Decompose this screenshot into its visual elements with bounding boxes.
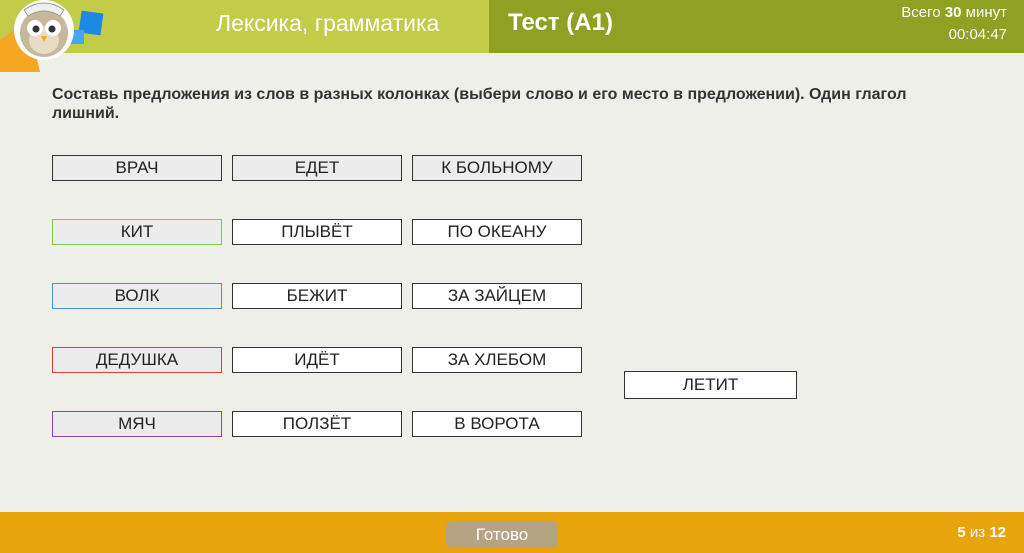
timer-minutes: 30 xyxy=(944,4,962,21)
timer-label-prefix: Всего xyxy=(901,4,941,21)
object-word[interactable]: ЗА ЗАЙЦЕМ xyxy=(412,283,582,309)
timer-label-suffix: минут xyxy=(965,4,1007,21)
object-word[interactable]: ПО ОКЕАНУ xyxy=(412,219,582,245)
page-total: 12 xyxy=(989,524,1006,541)
extra-verb-word[interactable]: ЛЕТИТ xyxy=(624,371,797,399)
timer-total: Всего 30 минут xyxy=(901,4,1007,21)
verb-word[interactable]: ПЛЫВЁТ xyxy=(232,219,402,245)
verb-word[interactable]: ПОЛЗЁТ xyxy=(232,411,402,437)
verb-word[interactable]: БЕЖИТ xyxy=(232,283,402,309)
subject-word[interactable]: ДЕДУШКА xyxy=(52,347,222,373)
test-title: Тест (А1) xyxy=(508,9,613,36)
page-current: 5 xyxy=(957,524,966,541)
task-instruction: Составь предложения из слов в разных кол… xyxy=(52,86,907,122)
object-word[interactable]: К БОЛЬНОМУ xyxy=(412,155,582,181)
done-button[interactable]: Готово xyxy=(446,521,558,548)
subject-word[interactable]: МЯЧ xyxy=(52,411,222,437)
subject-title: Лексика, грамматика xyxy=(216,10,440,36)
owl-mascot-icon xyxy=(0,0,104,72)
timer-clock: 00:04:47 xyxy=(948,26,1007,43)
verb-word[interactable]: ИДЁТ xyxy=(232,347,402,373)
page-indicator: 5 из 12 xyxy=(957,524,1006,541)
subject-word[interactable]: ВОЛК xyxy=(52,283,222,309)
object-word[interactable]: В ВОРОТА xyxy=(412,411,582,437)
verb-word[interactable]: ЕДЕТ xyxy=(232,155,402,181)
subject-word[interactable]: ВРАЧ xyxy=(52,155,222,181)
object-word[interactable]: ЗА ХЛЕБОМ xyxy=(412,347,582,373)
page-separator: из xyxy=(969,524,986,541)
subject-word[interactable]: КИТ xyxy=(52,219,222,245)
